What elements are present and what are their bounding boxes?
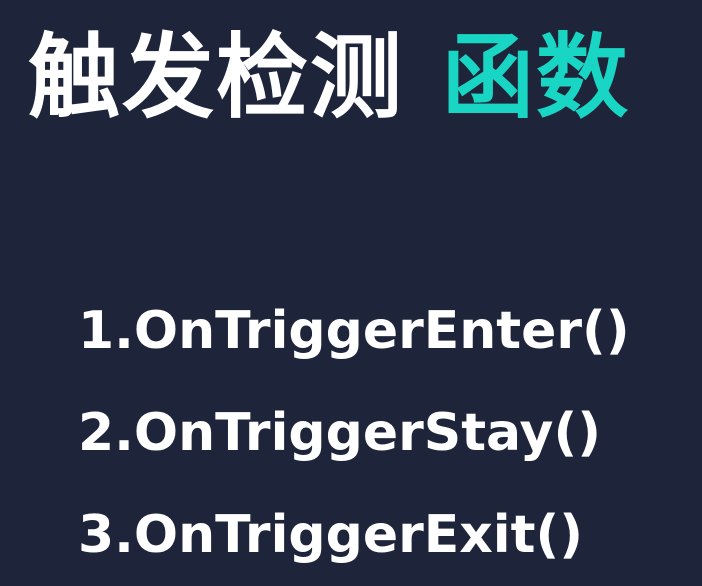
function-list: 1.OnTriggerEnter() 2.OnTriggerStay() 3.O…: [78, 280, 630, 586]
title-accent-text: 函数: [442, 24, 631, 131]
function-item-stay: 2.OnTriggerStay(): [78, 403, 601, 463]
title-main-text: 触发检测: [28, 24, 405, 131]
function-item-enter: 1.OnTriggerEnter(): [78, 301, 630, 361]
function-item-exit: 3.OnTriggerExit(): [78, 505, 584, 565]
slide-title: 触发检测 函数: [28, 18, 630, 138]
slide: 触发检测 函数 1.OnTriggerEnter() 2.OnTriggerSt…: [0, 0, 702, 574]
